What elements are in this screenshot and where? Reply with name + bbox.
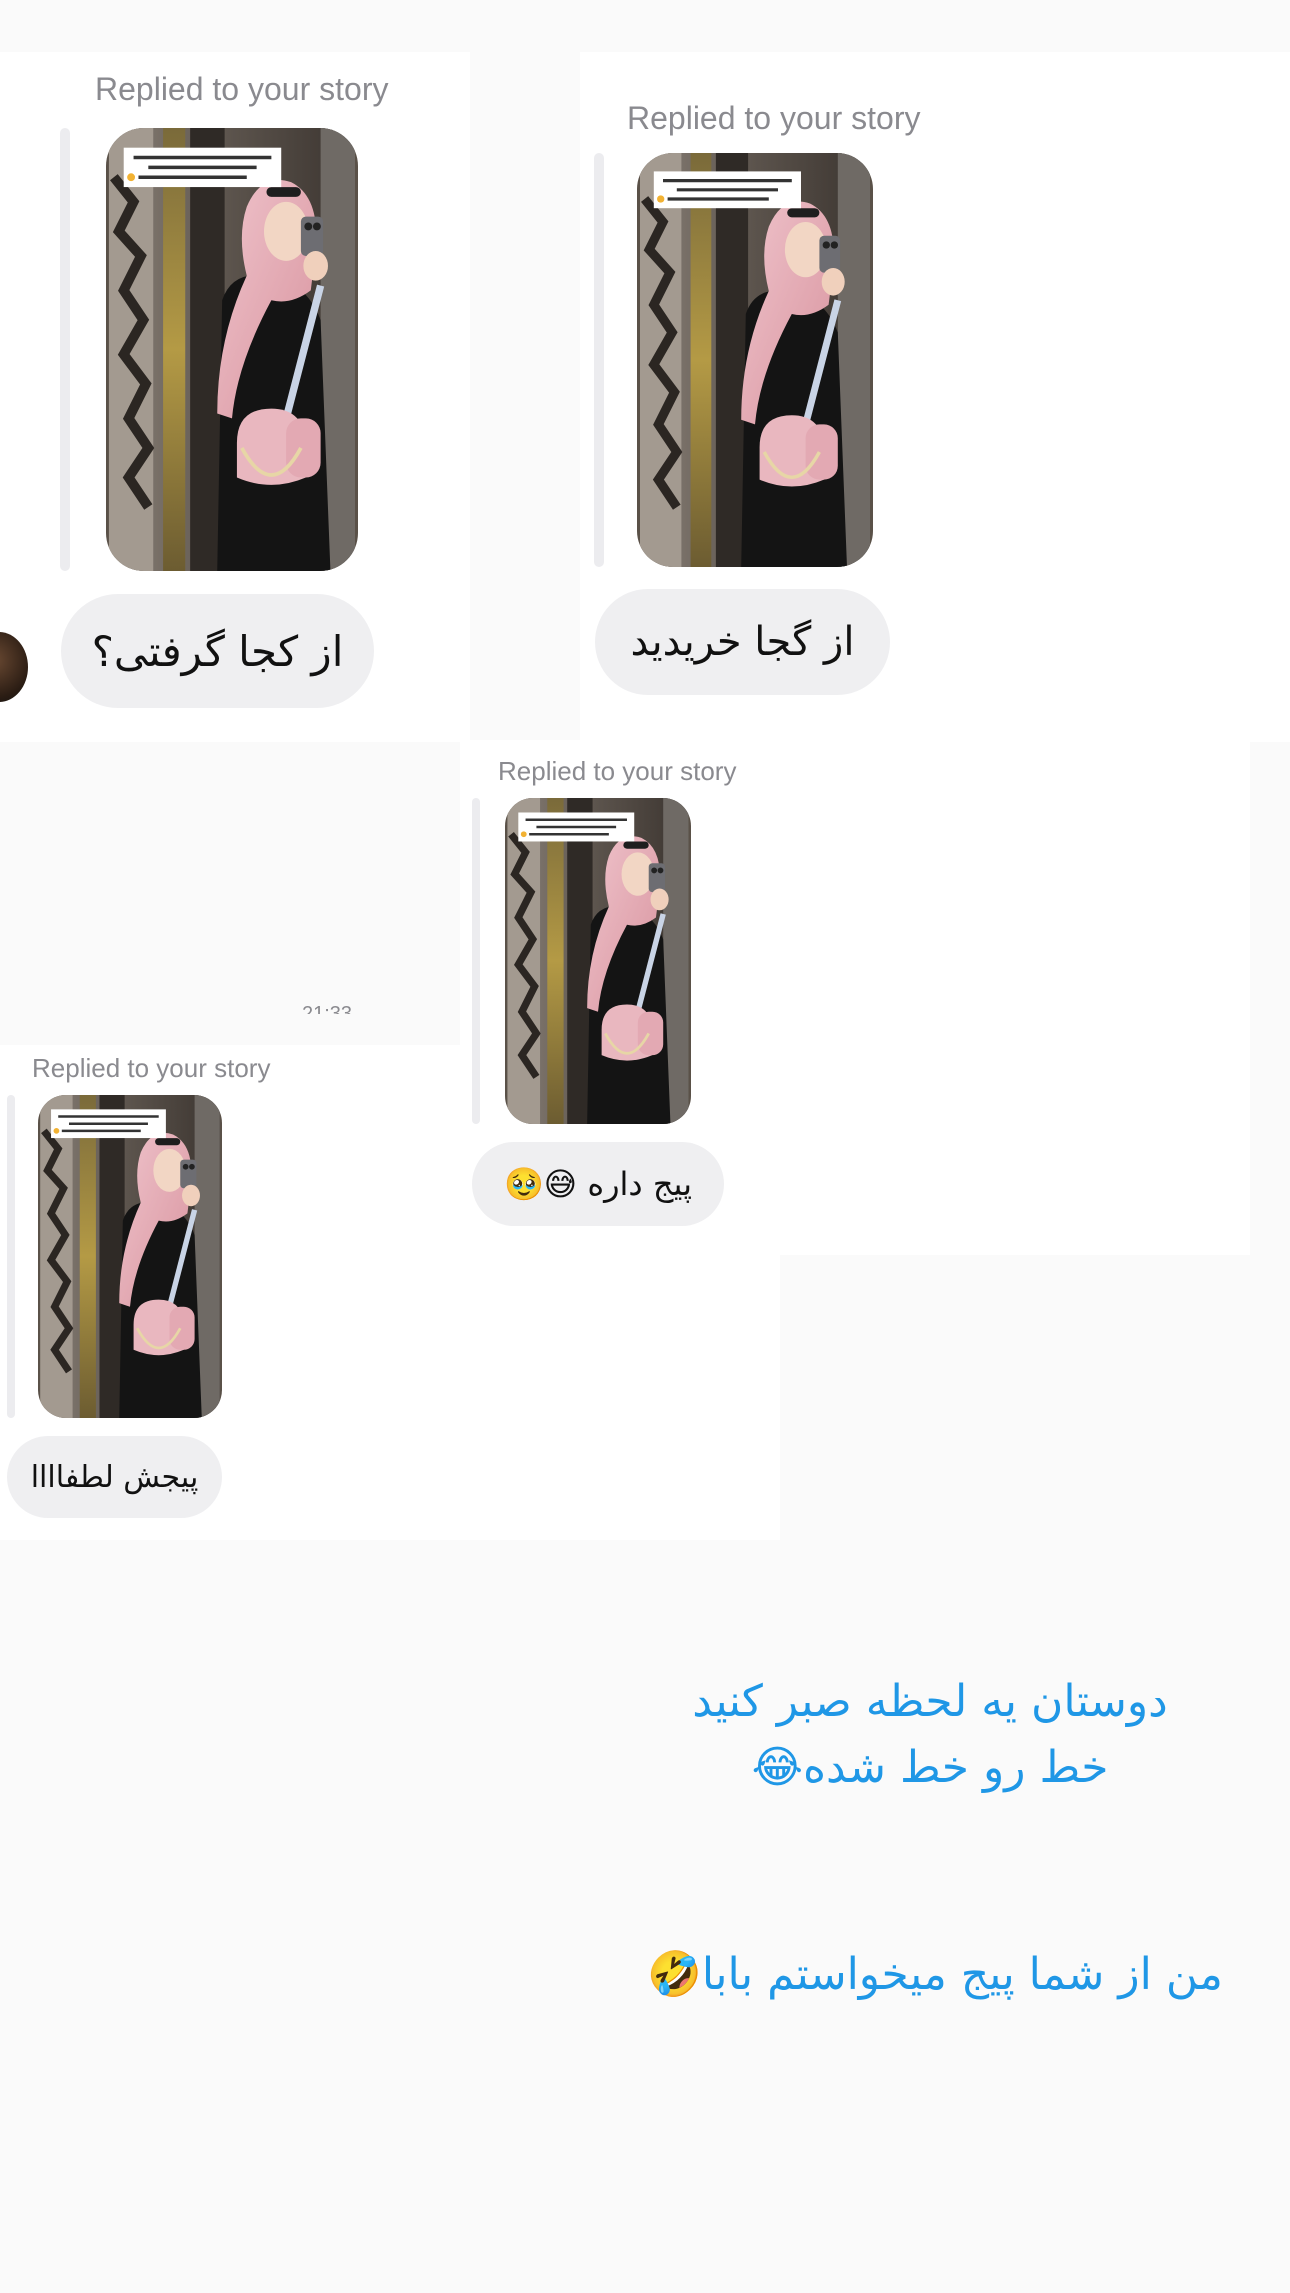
reply-quote-bar: [7, 1095, 15, 1418]
reply-quote-bar: [472, 798, 480, 1124]
story-photo-icon[interactable]: [505, 798, 691, 1124]
story-photo-icon[interactable]: [637, 153, 873, 567]
story-photo-icon[interactable]: [38, 1095, 222, 1418]
reply-caption: Replied to your story: [498, 756, 737, 786]
timestamp: 21:33: [302, 1004, 372, 1014]
reply-quote-bar: [594, 153, 604, 567]
message-bubble[interactable]: پیجش لطفاااا: [7, 1436, 222, 1518]
reply-caption: Replied to your story: [32, 1053, 271, 1083]
message-bubble[interactable]: از گجا خریدید: [595, 589, 890, 695]
overlay-text-line2: خط رو خط شده😂: [751, 1742, 1109, 1793]
story-photo-icon[interactable]: [106, 128, 358, 571]
overlay-text-line1: دوستان یه لحظه صبر کنید: [692, 1676, 1168, 1727]
reply-caption: Replied to your story: [95, 71, 389, 107]
message-bubble[interactable]: از کجا گرفتی؟: [61, 594, 374, 708]
reply-caption: Replied to your story: [627, 100, 921, 136]
overlay-text-line3: من از شما پیج میخواستم بابا🤣: [647, 1949, 1223, 2000]
reply-quote-bar: [60, 128, 70, 571]
message-bubble[interactable]: پیج داره 😅🥹: [472, 1142, 724, 1226]
